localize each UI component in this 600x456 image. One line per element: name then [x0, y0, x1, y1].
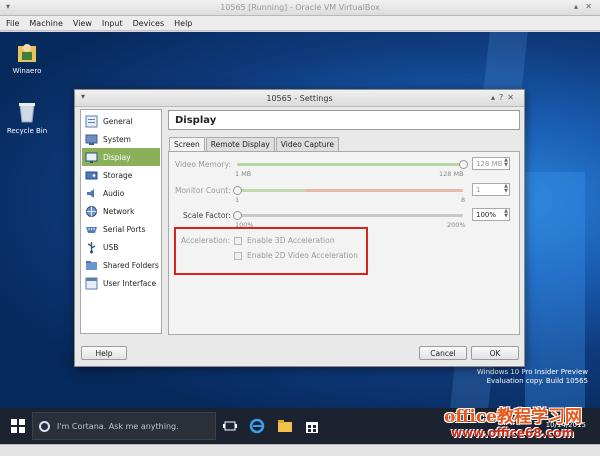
monitor-count-max: 8 — [461, 196, 466, 204]
page-title: Display — [168, 110, 520, 130]
user-folder-icon — [16, 40, 38, 64]
spinbox-arrows-icon: ▲ ▼ — [504, 183, 508, 194]
category-usb[interactable]: USB — [82, 238, 160, 256]
video-memory-max: 128 MB — [439, 170, 464, 178]
dialog-window-controls[interactable]: ▴?✕ — [491, 93, 518, 102]
scale-factor-max: 200% — [447, 221, 466, 229]
tab-video-capture[interactable]: Video Capture — [275, 137, 339, 151]
file-explorer-icon[interactable] — [277, 418, 293, 434]
category-label: Display — [103, 152, 131, 162]
monitor-count-value: 1 — [476, 186, 481, 194]
category-audio[interactable]: Audio — [82, 184, 160, 202]
brand-url: www.office68.com — [450, 426, 574, 440]
category-general[interactable]: General — [82, 112, 160, 130]
category-label: Audio — [103, 188, 125, 198]
menu-file[interactable]: File — [6, 19, 19, 28]
serial-ports-icon — [85, 223, 98, 236]
usb-icon — [85, 241, 98, 254]
host-menubar: File Machine View Input Devices Help — [0, 16, 600, 31]
category-list: General System Display Storage Audio Net… — [80, 109, 162, 334]
monitor-count-track — [237, 189, 463, 192]
help-button[interactable]: Help — [81, 346, 127, 360]
category-system[interactable]: System — [82, 130, 160, 148]
monitor-count-spinbox[interactable]: 1 ▲ ▼ — [472, 183, 510, 196]
search-placeholder: I'm Cortana. Ask me anything. — [57, 422, 179, 431]
host-titlebar: ▾ 10565 [Running] - Oracle VM VirtualBox… — [0, 0, 600, 16]
highlight-annotation-box — [174, 227, 368, 275]
windows-start-icon[interactable] — [10, 418, 26, 434]
video-memory-label: Video Memory: — [175, 160, 231, 169]
monitor-count-min: 1 — [235, 196, 240, 204]
user-interface-icon — [85, 277, 98, 290]
category-network[interactable]: Network — [82, 202, 160, 220]
video-memory-track — [237, 163, 463, 166]
cancel-button[interactable]: Cancel — [419, 346, 467, 360]
category-label: General — [103, 116, 133, 126]
category-user-interface[interactable]: User Interface — [82, 274, 160, 292]
scale-factor-label: Scale Factor: — [183, 211, 231, 220]
network-icon — [85, 205, 98, 218]
cortana-search-box[interactable]: I'm Cortana. Ask me anything. — [32, 412, 216, 440]
display-tabs: Screen Remote Display Video Capture — [169, 137, 340, 151]
windows-watermark: Windows 10 Pro Insider Preview Evaluatio… — [477, 368, 588, 386]
spinbox-arrows-icon: ▲ ▼ — [504, 157, 508, 168]
monitor-count-slider[interactable] — [233, 186, 242, 195]
system-icon — [85, 133, 98, 146]
menu-help[interactable]: Help — [174, 19, 192, 28]
edge-browser-icon[interactable] — [249, 418, 265, 434]
task-view-icon[interactable] — [222, 418, 238, 434]
video-memory-slider[interactable] — [459, 160, 468, 169]
category-label: Network — [103, 206, 135, 216]
tab-remote-display[interactable]: Remote Display — [205, 137, 275, 151]
video-memory-spinbox[interactable]: 128 MB ▲ ▼ — [472, 157, 510, 170]
audio-icon — [85, 187, 98, 200]
menu-view[interactable]: View — [73, 19, 92, 28]
spinbox-arrows-icon: ▲ ▼ — [504, 208, 508, 219]
host-window-title: 10565 [Running] - Oracle VM VirtualBox — [220, 3, 380, 12]
video-memory-min: 1 MB — [235, 170, 252, 178]
settings-dialog: ▾ 10565 - Settings ▴?✕ General System Di… — [74, 89, 525, 367]
menu-machine[interactable]: Machine — [29, 19, 63, 28]
category-label: Serial Ports — [103, 224, 146, 234]
store-icon[interactable] — [304, 418, 320, 434]
category-label: Shared Folders — [103, 260, 159, 270]
scale-factor-track — [237, 214, 463, 217]
watermark-line-2: Evaluation copy. Build 10565 — [486, 377, 588, 385]
desktop-icon-label: Recycle Bin — [6, 127, 48, 135]
category-label: User Interface — [103, 278, 157, 288]
menu-devices[interactable]: Devices — [133, 19, 165, 28]
desktop-icon-label: Winaero — [12, 67, 42, 75]
shared-folders-icon — [85, 259, 98, 272]
category-serial-ports[interactable]: Serial Ports — [82, 220, 160, 238]
category-storage[interactable]: Storage — [82, 166, 160, 184]
cortana-icon — [39, 421, 50, 432]
host-statusbar — [0, 444, 600, 456]
desktop-icon-winaero[interactable]: Winaero — [2, 40, 52, 75]
display-icon — [85, 151, 98, 164]
recycle-bin-icon — [16, 100, 38, 124]
brand-logo-text: office教程学习网 — [444, 407, 582, 427]
tab-screen[interactable]: Screen — [169, 137, 205, 151]
minimize-icon[interactable]: ▴ — [574, 2, 578, 11]
storage-icon — [85, 169, 98, 182]
dialog-titlebar: ▾ 10565 - Settings ▴?✕ — [75, 90, 524, 107]
video-memory-value: 128 MB — [476, 160, 503, 168]
general-icon — [85, 115, 98, 128]
scale-factor-slider[interactable] — [233, 211, 242, 220]
scale-factor-spinbox[interactable]: 100% ▲ ▼ — [472, 208, 510, 221]
category-label: USB — [103, 242, 119, 252]
ok-button[interactable]: OK — [471, 346, 519, 360]
scale-factor-value: 100% — [476, 211, 497, 219]
dialog-title: 10565 - Settings — [266, 94, 333, 103]
desktop-icon-recycle-bin[interactable]: Recycle Bin — [2, 100, 52, 135]
close-icon[interactable]: ✕ — [585, 2, 592, 11]
category-label: System — [103, 134, 131, 144]
category-display[interactable]: Display — [82, 148, 160, 166]
category-label: Storage — [103, 170, 133, 180]
category-shared-folders[interactable]: Shared Folders — [82, 256, 160, 274]
monitor-count-label: Monitor Count: — [175, 186, 231, 195]
watermark-line-1: Windows 10 Pro Insider Preview — [476, 368, 588, 376]
menu-input[interactable]: Input — [102, 19, 123, 28]
